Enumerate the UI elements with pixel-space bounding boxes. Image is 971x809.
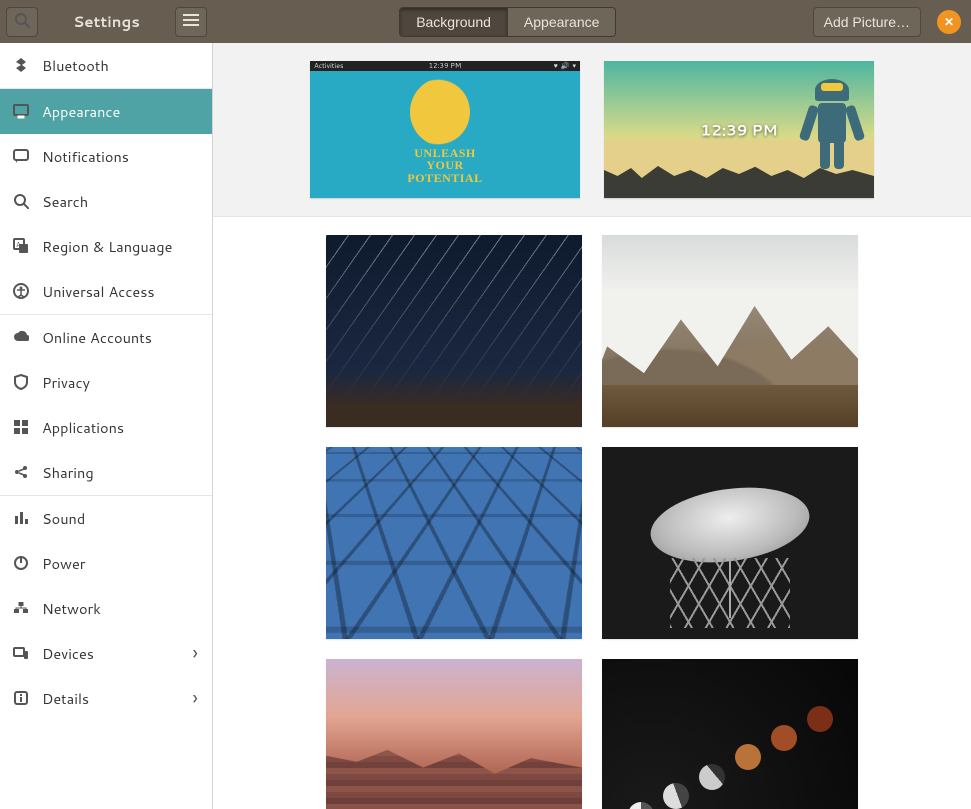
bluetooth-icon [12, 56, 30, 74]
sidebar-item-appearance[interactable]: Appearance [0, 89, 212, 134]
headerbar: Settings Background Appearance Add Pictu… [0, 0, 971, 43]
sidebar-item-label: Bluetooth [42, 55, 200, 76]
sidebar-item-label: Search [42, 191, 200, 212]
tab-appearance[interactable]: Appearance [507, 8, 616, 36]
menu-button[interactable] [175, 7, 207, 37]
power-icon [12, 554, 30, 572]
content-area: UnleashYourPotential Activities 12:39 PM… [213, 43, 971, 809]
tab-background[interactable]: Background [400, 8, 507, 36]
add-picture-button[interactable]: Add Picture… [813, 7, 921, 37]
sidebar-item-search[interactable]: Search [0, 179, 212, 224]
wallpaper-mountains[interactable] [602, 235, 858, 427]
view-switcher: Background Appearance [399, 7, 616, 37]
close-icon: ✕ [944, 13, 954, 30]
equalizer-icon [12, 509, 30, 527]
sidebar-item-online[interactable]: Online Accounts [0, 315, 212, 360]
sidebar-item-label: Sharing [42, 462, 200, 483]
sidebar-item-label: Appearance [42, 101, 200, 122]
sidebar-item-sharing[interactable]: Sharing [0, 450, 212, 495]
search-button[interactable] [6, 7, 38, 37]
sidebar-item-details[interactable]: Details [0, 676, 212, 721]
sidebar-item-label: Power [42, 553, 200, 574]
sidebar-item-label: Region & Language [42, 236, 200, 257]
sidebar-item-network[interactable]: Network [0, 586, 212, 631]
sidebar-item-power[interactable]: Power [0, 541, 212, 586]
accessibility-icon [12, 282, 30, 300]
search-icon [14, 12, 30, 31]
sidebar-item-region[interactable]: Region & Language [0, 224, 212, 269]
sidebar-item-label: Notifications [42, 146, 200, 167]
lock-preview-clock: 12:39 PM [700, 119, 777, 140]
wallpaper-satellite-dish[interactable] [602, 447, 858, 639]
language-icon [12, 237, 30, 255]
sidebar-item-label: Online Accounts [42, 327, 200, 348]
sidebar-item-label: Devices [42, 643, 200, 664]
app-title: Settings [44, 11, 169, 32]
info-icon [12, 689, 30, 707]
sidebar-item-sound[interactable]: Sound [0, 496, 212, 541]
wallpaper-star-trails[interactable] [326, 235, 582, 427]
menu-icon [183, 12, 199, 31]
share-icon [12, 463, 30, 481]
monitor-icon [12, 102, 30, 120]
current-background-previews: UnleashYourPotential Activities 12:39 PM… [213, 43, 971, 217]
sidebar-item-label: Applications [42, 417, 200, 438]
chat-icon [12, 147, 30, 165]
sidebar-item-notifications[interactable]: Notifications [0, 134, 212, 179]
network-icon [12, 599, 30, 617]
desktop-preview[interactable]: UnleashYourPotential Activities 12:39 PM… [310, 61, 580, 198]
sidebar-item-label: Privacy [42, 372, 200, 393]
sidebar-item-label: Universal Access [42, 281, 200, 302]
wallpaper-gallery [213, 217, 971, 809]
devices-icon [12, 644, 30, 662]
sidebar-item-privacy[interactable]: Privacy [0, 360, 212, 405]
preview-topbar: Activities 12:39 PM ♥🔊▾ [310, 61, 580, 71]
sidebar: Bluetooth Appearance Notifications Search Re… [0, 43, 213, 809]
preview-activities: Activities [314, 61, 343, 71]
sidebar-item-label: Sound [42, 508, 200, 529]
search-icon [12, 192, 30, 210]
sidebar-item-devices[interactable]: Devices [0, 631, 212, 676]
grid-icon [12, 418, 30, 436]
close-button[interactable]: ✕ [937, 10, 961, 34]
sidebar-item-applications[interactable]: Applications [0, 405, 212, 450]
sidebar-item-bluetooth[interactable]: Bluetooth [0, 43, 212, 88]
wallpaper-canyon[interactable] [326, 659, 582, 809]
shield-icon [12, 373, 30, 391]
sidebar-item-universal[interactable]: Universal Access [0, 269, 212, 314]
lockscreen-preview[interactable]: 12:39 PM [604, 61, 874, 198]
wallpaper-glass-dome[interactable] [326, 447, 582, 639]
sidebar-item-label: Network [42, 598, 200, 619]
cloud-icon [12, 328, 30, 346]
preview-clock: 12:39 PM [429, 61, 462, 71]
sidebar-item-label: Details [42, 688, 200, 709]
wallpaper-moon-phases[interactable] [602, 659, 858, 809]
